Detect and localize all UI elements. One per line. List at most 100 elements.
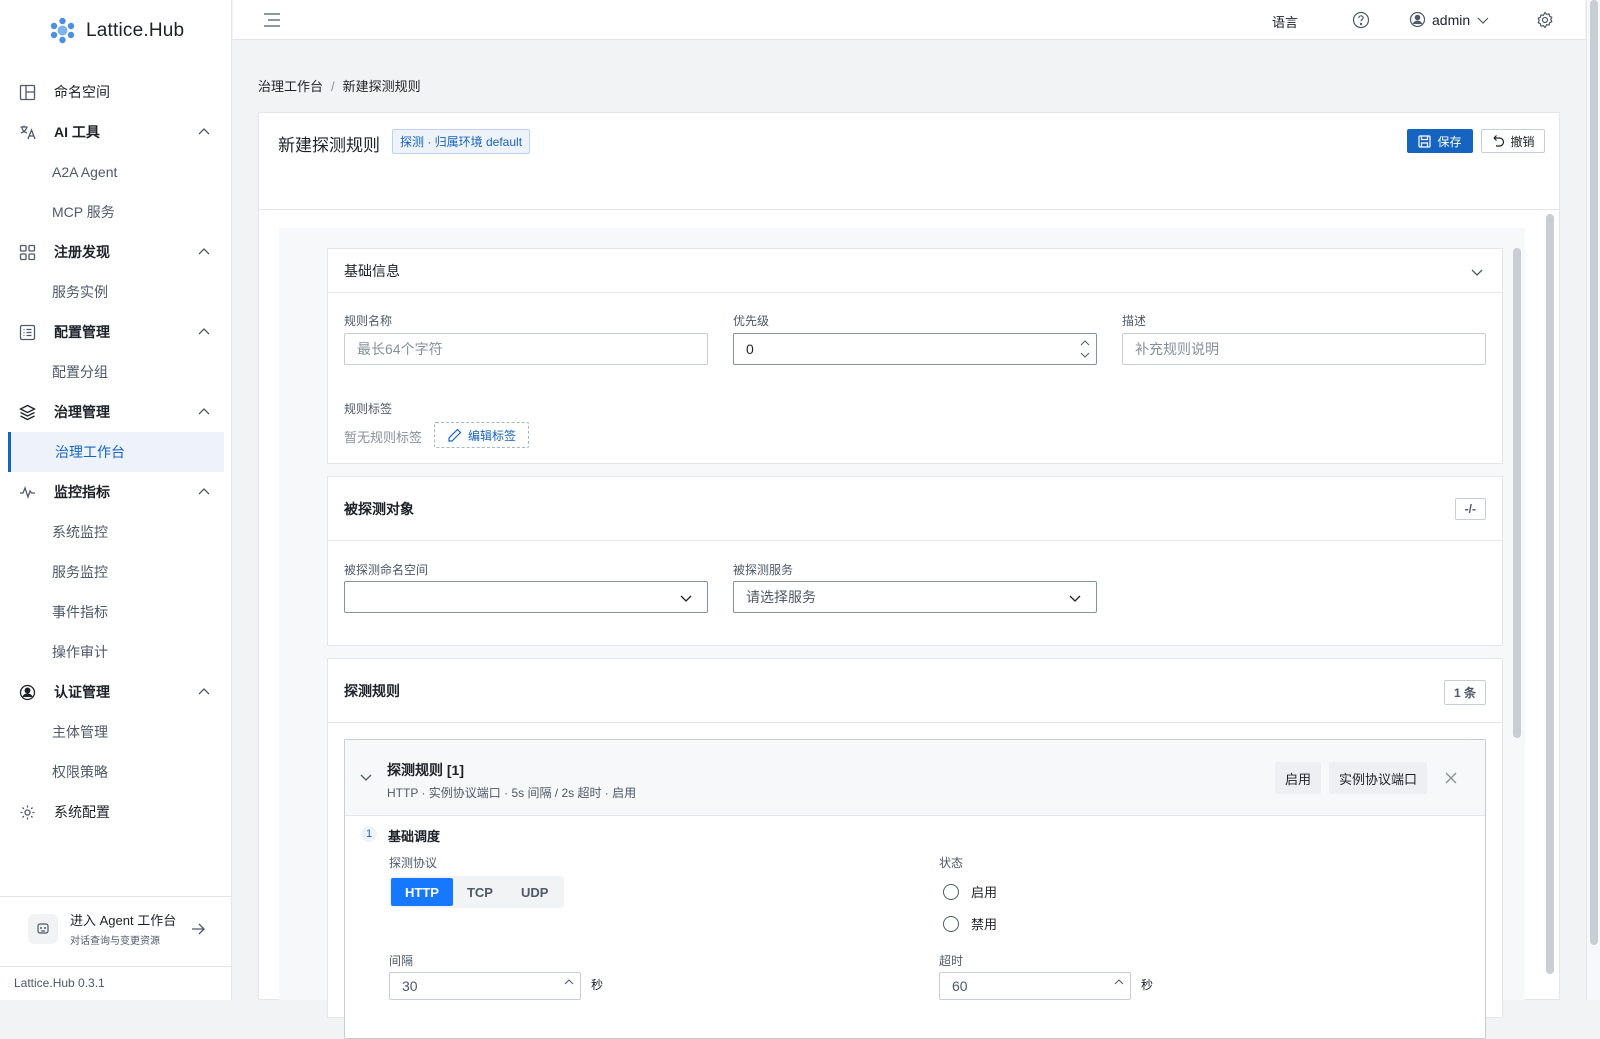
sidebar-item-service-monitor[interactable]: 服务监控 xyxy=(0,552,232,592)
top-bar: 语言 admin xyxy=(233,0,1585,40)
menu-fold-icon[interactable] xyxy=(263,12,281,28)
rule-name-label: 规则名称 xyxy=(344,314,393,328)
status-enabled-radio[interactable]: 启用 xyxy=(943,882,997,901)
radio-label: 启用 xyxy=(971,885,998,900)
sidebar-group-registry[interactable]: 注册发现 xyxy=(0,232,232,272)
form-body: 基础信息 规则名称 最长64个字符 优先级 0 描述 补充规则说明 规则标签 暂… xyxy=(258,210,1560,1039)
layers-icon xyxy=(19,404,36,421)
sidebar-item-event-metrics[interactable]: 事件指标 xyxy=(0,592,232,632)
sidebar-item-policies[interactable]: 权限策略 xyxy=(0,752,232,792)
list-icon xyxy=(19,324,36,341)
probe-rule-header[interactable]: 探测规则 [1] HTTP · 实例协议端口 · 5s 间隔 / 2s 超时 ·… xyxy=(345,740,1485,816)
section-header: 探测规则 1 条 xyxy=(328,659,1502,723)
status-disabled-radio[interactable]: 禁用 xyxy=(943,914,997,933)
stepper-icon[interactable] xyxy=(1080,338,1090,360)
rule-tags-empty: 暂无规则标签 xyxy=(344,430,423,445)
brand-logo[interactable]: Lattice.Hub xyxy=(49,17,184,44)
protocol-udp-button[interactable]: UDP xyxy=(507,878,562,906)
description-input[interactable]: 补充规则说明 xyxy=(1122,333,1486,365)
namespace-icon xyxy=(19,84,36,101)
page-scrollbar[interactable] xyxy=(1586,0,1600,1000)
chevron-down-icon[interactable] xyxy=(359,770,373,784)
sidebar-group-label: 监控指标 xyxy=(54,484,110,500)
timeout-unit: 秒 xyxy=(1141,978,1154,992)
sidebar-item-system-config[interactable]: 系统配置 xyxy=(0,792,232,832)
section-title: 基础信息 xyxy=(344,262,400,279)
sidebar-item-namespace[interactable]: 命名空间 xyxy=(0,72,232,112)
sidebar-item-governance-workbench[interactable]: 治理工作台 xyxy=(8,432,224,472)
stepper-icon[interactable] xyxy=(1114,977,1124,987)
probe-rule-summary: HTTP · 实例协议端口 · 5s 间隔 / 2s 超时 · 启用 xyxy=(387,786,637,800)
save-label: 保存 xyxy=(1437,134,1462,149)
page-title: 新建探测规则 xyxy=(278,136,380,155)
sidebar-item-service-instances[interactable]: 服务实例 xyxy=(0,272,232,312)
step-title: 基础调度 xyxy=(388,829,441,844)
save-button[interactable]: 保存 xyxy=(1407,129,1473,153)
sidebar-item-mcp-service[interactable]: MCP 服务 xyxy=(0,192,232,232)
undo-button[interactable]: 撤销 xyxy=(1481,129,1545,153)
sidebar-group-ai-tools[interactable]: AI 工具 xyxy=(0,112,232,152)
sidebar-item-principals[interactable]: 主体管理 xyxy=(0,712,232,752)
protocol-label: 探测协议 xyxy=(389,856,438,870)
settings-icon[interactable] xyxy=(1536,11,1554,29)
probe-rule-card: 探测规则 [1] HTTP · 实例协议端口 · 5s 间隔 / 2s 超时 ·… xyxy=(344,739,1486,1039)
breadcrumb: 治理工作台 / 新建探测规则 xyxy=(258,76,421,95)
sidebar-item-a2a-agent[interactable]: A2A Agent xyxy=(0,152,232,192)
sidebar-nav: 命名空间 AI 工具 A2A Agent MCP 服务 注册发现 服务实例 配置… xyxy=(0,72,232,832)
priority-input[interactable]: 0 xyxy=(733,333,1097,365)
target-service-select[interactable]: 请选择服务 xyxy=(733,581,1097,613)
rule-name-input[interactable]: 最长64个字符 xyxy=(344,333,708,365)
basic-info-section: 基础信息 规则名称 最长64个字符 优先级 0 描述 补充规则说明 规则标签 暂… xyxy=(327,248,1503,464)
sidebar-item-audit[interactable]: 操作审计 xyxy=(0,632,232,672)
chevron-down-icon xyxy=(1069,595,1081,602)
section-header: 被探测对象 -/- xyxy=(328,477,1502,541)
radio-circle xyxy=(943,915,959,932)
form-scroll-area: 基础信息 规则名称 最长64个字符 优先级 0 描述 补充规则说明 规则标签 暂… xyxy=(279,228,1525,1039)
inner-scrollbar-thumb[interactable] xyxy=(1513,248,1521,738)
chevron-down-icon[interactable] xyxy=(1470,265,1484,279)
undo-icon xyxy=(1494,135,1505,147)
stepper-icon[interactable] xyxy=(564,977,574,987)
user-menu[interactable]: admin xyxy=(1409,11,1490,28)
step-number: 1 xyxy=(361,826,377,842)
environment-tag: 探测 · 归属环境 default xyxy=(392,129,531,154)
interval-input[interactable]: 30 xyxy=(389,972,581,1000)
sidebar-group-monitoring[interactable]: 监控指标 xyxy=(0,472,232,512)
edit-tags-button[interactable]: 编辑标签 xyxy=(434,422,529,448)
sidebar-item-label: 系统配置 xyxy=(54,804,110,820)
sidebar-item-system-monitor[interactable]: 系统监控 xyxy=(0,512,232,552)
chevron-up-icon[interactable] xyxy=(198,686,210,698)
grid-icon xyxy=(19,244,36,261)
status-chip[interactable]: 启用 xyxy=(1275,762,1321,794)
protocol-http-button[interactable]: HTTP xyxy=(391,878,453,906)
chevron-up-icon[interactable] xyxy=(198,126,210,138)
chevron-up-icon[interactable] xyxy=(198,326,210,338)
form-scrollbar-thumb[interactable] xyxy=(1546,214,1554,974)
user-circle-icon xyxy=(19,684,36,701)
section-header[interactable]: 基础信息 xyxy=(328,249,1502,293)
brand-name: Lattice.Hub xyxy=(86,19,185,41)
chevron-down-icon xyxy=(1477,17,1489,24)
language-switch[interactable]: 语言 xyxy=(1272,12,1298,31)
sidebar-item-config-groups[interactable]: 配置分组 xyxy=(0,352,232,392)
close-icon[interactable] xyxy=(1444,771,1458,785)
undo-label: 撤销 xyxy=(1510,134,1535,149)
sidebar-group-config[interactable]: 配置管理 xyxy=(0,312,232,352)
breadcrumb-root[interactable]: 治理工作台 xyxy=(258,79,323,94)
sidebar-group-governance[interactable]: 治理管理 xyxy=(0,392,232,432)
agent-workbench-link[interactable]: 进入 Agent 工作台 对话查询与变更资源 xyxy=(0,896,232,960)
priority-label: 优先级 xyxy=(733,314,770,328)
chevron-up-icon[interactable] xyxy=(198,486,210,498)
protocol-tcp-button[interactable]: TCP xyxy=(453,878,507,906)
help-icon[interactable] xyxy=(1352,11,1370,29)
rules-count-badge: 1 条 xyxy=(1443,680,1486,705)
target-namespace-select[interactable] xyxy=(344,581,708,613)
probe-rule-title: 探测规则 [1] xyxy=(387,762,464,778)
chevron-up-icon[interactable] xyxy=(198,406,210,418)
chevron-up-icon[interactable] xyxy=(198,246,210,258)
sidebar-group-auth[interactable]: 认证管理 xyxy=(0,672,232,712)
scrollbar-thumb[interactable] xyxy=(1590,0,1598,945)
port-chip[interactable]: 实例协议端口 xyxy=(1329,762,1427,794)
timeout-input[interactable]: 60 xyxy=(939,972,1131,1000)
divider xyxy=(0,966,232,967)
